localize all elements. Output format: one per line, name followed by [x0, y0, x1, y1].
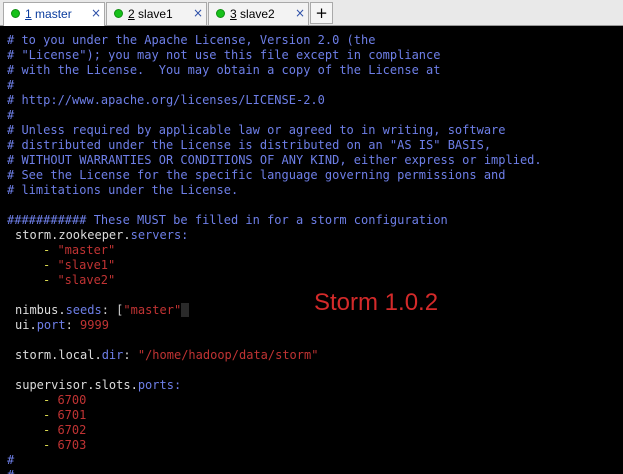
license-line: # Unless required by applicable law or a…: [7, 123, 506, 137]
tab-title: slave2: [240, 7, 275, 21]
zookeeper-server-item: - "master": [43, 243, 116, 257]
tab-label: 1 master: [25, 7, 72, 21]
comment-line: #: [7, 453, 15, 467]
storm-local-dir-line: storm.local.dir: "/home/hadoop/data/stor…: [15, 348, 319, 362]
new-tab-button[interactable]: +: [310, 2, 333, 24]
license-line: # WITHOUT WARRANTIES OR CONDITIONS OF AN…: [7, 153, 542, 167]
ui-port-line: ui.port: 9999: [15, 318, 109, 332]
close-icon[interactable]: ×: [193, 6, 203, 20]
license-line: # with the License. You may obtain a cop…: [7, 63, 441, 77]
text-cursor: [181, 303, 190, 317]
license-line: #: [7, 78, 15, 92]
supervisor-port-item: - 6702: [43, 423, 87, 437]
connected-status-icon: [114, 9, 123, 18]
license-line: # distributed under the License is distr…: [7, 138, 492, 152]
license-line: #: [7, 108, 15, 122]
tab-label: 2 slave1: [128, 7, 173, 21]
tab-title: slave1: [138, 7, 173, 21]
tab-number: 2: [128, 7, 135, 21]
supervisor-port-item: - 6703: [43, 438, 87, 452]
license-line: # limitations under the License.: [7, 183, 239, 197]
zookeeper-server-item: - "slave2": [43, 273, 116, 287]
connected-status-icon: [216, 9, 225, 18]
comment-line: #: [7, 468, 14, 474]
license-line: # "License"); you may not use this file …: [7, 48, 441, 62]
license-line: # http://www.apache.org/licenses/LICENSE…: [7, 93, 325, 107]
supervisor-ports-key: supervisor.slots.ports:: [15, 378, 182, 392]
close-icon[interactable]: ×: [295, 6, 305, 20]
license-line: # See the License for the specific langu…: [7, 168, 506, 182]
supervisor-port-item: - 6701: [43, 408, 87, 422]
tab-slave2[interactable]: 3 slave2 ×: [208, 2, 309, 25]
tab-master[interactable]: 1 master ×: [3, 2, 105, 26]
connected-status-icon: [11, 9, 20, 18]
tab-bar: 1 master × 2 slave1 × 3 slave2 × +: [0, 0, 623, 26]
tab-number: 3: [230, 7, 237, 21]
supervisor-port-item: - 6700: [43, 393, 87, 407]
tab-label: 3 slave2: [230, 7, 275, 21]
storm-version-annotation: Storm 1.0.2: [314, 289, 439, 316]
close-icon[interactable]: ×: [91, 6, 101, 20]
config-header-comment: ########### These MUST be filled in for …: [7, 213, 448, 227]
zookeeper-servers-key: storm.zookeeper.servers:: [15, 228, 189, 242]
tab-slave1[interactable]: 2 slave1 ×: [106, 2, 207, 25]
tab-number: 1: [25, 7, 32, 21]
nimbus-seeds-line: nimbus.seeds: ["master": [15, 303, 190, 318]
terminal-editor[interactable]: # to you under the Apache License, Versi…: [0, 27, 623, 474]
zookeeper-server-item: - "slave1": [43, 258, 116, 272]
tab-title: master: [35, 7, 72, 21]
license-line: # to you under the Apache License, Versi…: [7, 33, 376, 47]
